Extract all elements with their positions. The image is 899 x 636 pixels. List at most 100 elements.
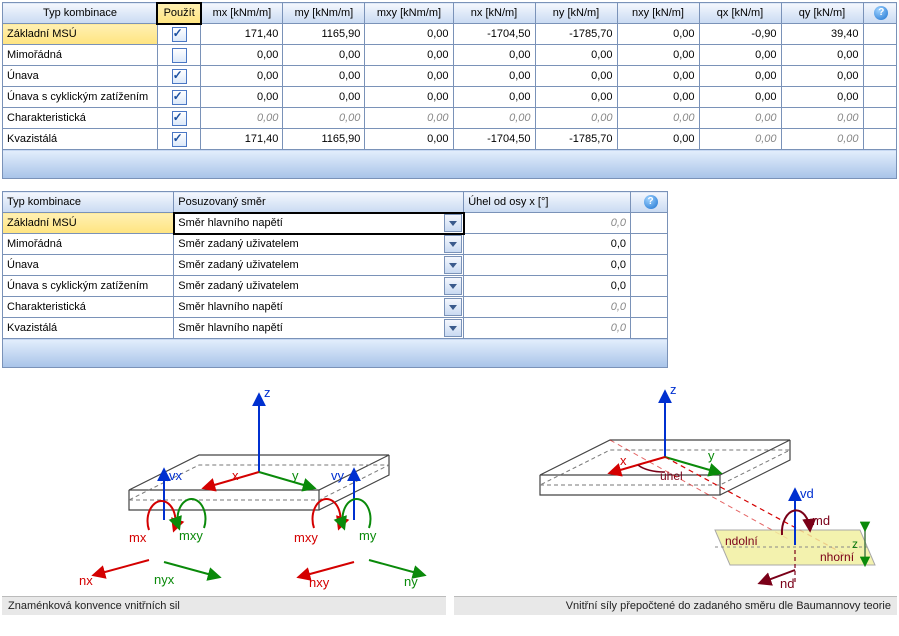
col-mx[interactable]: mx [kNm/m] <box>201 3 283 24</box>
cell-mx[interactable]: 171,40 <box>201 129 283 150</box>
col-ny[interactable]: ny [kN/m] <box>535 3 617 24</box>
cell-my[interactable]: 0,00 <box>283 45 365 66</box>
forces-table[interactable]: Typ kombinace Použít mx [kNm/m] my [kNm/… <box>2 2 897 179</box>
table-row[interactable]: KvazistáláSměr hlavního napětí0,0 <box>3 318 668 339</box>
cell-qy[interactable]: 0,00 <box>781 87 863 108</box>
cell-mx[interactable]: 171,40 <box>201 24 283 45</box>
cell-nxy[interactable]: 0,00 <box>617 66 699 87</box>
col-my[interactable]: my [kNm/m] <box>283 3 365 24</box>
direction-dropdown[interactable]: Směr hlavního napětí <box>174 318 464 339</box>
help-icon[interactable]: ? <box>874 6 888 20</box>
cell-nxy[interactable]: 0,00 <box>617 45 699 66</box>
direction-dropdown[interactable]: Směr zadaný uživatelem <box>174 234 464 255</box>
cell-my[interactable]: 0,00 <box>283 66 365 87</box>
cell-qy[interactable]: 0,00 <box>781 129 863 150</box>
cell-my[interactable]: 0,00 <box>283 108 365 129</box>
cell-qy[interactable]: 0,00 <box>781 108 863 129</box>
cell-nxy[interactable]: 0,00 <box>617 129 699 150</box>
cell-ny[interactable]: 0,00 <box>535 87 617 108</box>
cell-nx[interactable]: 0,00 <box>453 45 535 66</box>
cell-qx[interactable]: 0,00 <box>699 108 781 129</box>
cell-mxy[interactable]: 0,00 <box>365 24 453 45</box>
direction-dropdown[interactable]: Směr zadaný uživatelem <box>174 255 464 276</box>
table-row[interactable]: Únava s cyklickým zatížením0,000,000,000… <box>3 87 897 108</box>
angle-cell[interactable]: 0,0 <box>464 255 631 276</box>
table-row[interactable]: Únava s cyklickým zatíženímSměr zadaný u… <box>3 276 668 297</box>
direction-dropdown[interactable]: Směr hlavního napětí <box>174 297 464 318</box>
cell-mxy[interactable]: 0,00 <box>365 66 453 87</box>
cell-nx[interactable]: 0,00 <box>453 87 535 108</box>
angle-cell[interactable]: 0,0 <box>464 318 631 339</box>
chevron-down-icon[interactable] <box>444 319 462 337</box>
chevron-down-icon[interactable] <box>444 256 462 274</box>
col-type[interactable]: Typ kombinace <box>3 192 174 213</box>
table-row[interactable]: Charakteristická0,000,000,000,000,000,00… <box>3 108 897 129</box>
cell-mxy[interactable]: 0,00 <box>365 45 453 66</box>
col-nxy[interactable]: nxy [kN/m] <box>617 3 699 24</box>
cell-mx[interactable]: 0,00 <box>201 108 283 129</box>
table-row[interactable]: Mimořádná0,000,000,000,000,000,000,000,0… <box>3 45 897 66</box>
col-help[interactable]: ? <box>863 3 897 24</box>
cell-nx[interactable]: -1704,50 <box>453 129 535 150</box>
col-nx[interactable]: nx [kN/m] <box>453 3 535 24</box>
cell-my[interactable]: 0,00 <box>283 87 365 108</box>
table-row[interactable]: Únava0,000,000,000,000,000,000,000,00 <box>3 66 897 87</box>
table-row[interactable]: Základní MSÚSměr hlavního napětí0,0 <box>3 213 668 234</box>
cell-qy[interactable]: 0,00 <box>781 66 863 87</box>
direction-table[interactable]: Typ kombinace Posuzovaný směr Úhel od os… <box>2 191 668 368</box>
cell-nx[interactable]: 0,00 <box>453 108 535 129</box>
angle-cell[interactable]: 0,0 <box>464 276 631 297</box>
cell-ny[interactable]: 0,00 <box>535 108 617 129</box>
col-use[interactable]: Použít <box>157 3 201 24</box>
direction-dropdown[interactable]: Směr hlavního napětí <box>174 213 464 234</box>
cell-mx[interactable]: 0,00 <box>201 66 283 87</box>
cell-qx[interactable]: 0,00 <box>699 66 781 87</box>
cell-nxy[interactable]: 0,00 <box>617 24 699 45</box>
cell-ny[interactable]: 0,00 <box>535 66 617 87</box>
col-dir[interactable]: Posuzovaný směr <box>174 192 464 213</box>
direction-dropdown[interactable]: Směr zadaný uživatelem <box>174 276 464 297</box>
cell-nx[interactable]: -1704,50 <box>453 24 535 45</box>
cell-nxy[interactable]: 0,00 <box>617 87 699 108</box>
cell-ny[interactable]: 0,00 <box>535 45 617 66</box>
table-row[interactable]: Základní MSÚ171,401165,900,00-1704,50-17… <box>3 24 897 45</box>
cell-nx[interactable]: 0,00 <box>453 66 535 87</box>
angle-cell[interactable]: 0,0 <box>464 213 631 234</box>
cell-qy[interactable]: 0,00 <box>781 45 863 66</box>
col-type[interactable]: Typ kombinace <box>3 3 158 24</box>
col-qy[interactable]: qy [kN/m] <box>781 3 863 24</box>
table-row[interactable]: ÚnavaSměr zadaný uživatelem0,0 <box>3 255 668 276</box>
cell-my[interactable]: 1165,90 <box>283 24 365 45</box>
angle-cell[interactable]: 0,0 <box>464 234 631 255</box>
use-checkbox[interactable] <box>157 66 201 87</box>
cell-qx[interactable]: 0,00 <box>699 45 781 66</box>
cell-ny[interactable]: -1785,70 <box>535 129 617 150</box>
use-checkbox[interactable] <box>157 129 201 150</box>
cell-mx[interactable]: 0,00 <box>201 45 283 66</box>
cell-qx[interactable]: 0,00 <box>699 87 781 108</box>
cell-my[interactable]: 1165,90 <box>283 129 365 150</box>
use-checkbox[interactable] <box>157 87 201 108</box>
cell-nxy[interactable]: 0,00 <box>617 108 699 129</box>
cell-mxy[interactable]: 0,00 <box>365 108 453 129</box>
table-row[interactable]: Kvazistálá171,401165,900,00-1704,50-1785… <box>3 129 897 150</box>
cell-qy[interactable]: 39,40 <box>781 24 863 45</box>
use-checkbox[interactable] <box>157 108 201 129</box>
angle-cell[interactable]: 0,0 <box>464 297 631 318</box>
use-checkbox[interactable] <box>157 45 201 66</box>
col-mxy[interactable]: mxy [kNm/m] <box>365 3 453 24</box>
table-row[interactable]: CharakteristickáSměr hlavního napětí0,0 <box>3 297 668 318</box>
help-icon[interactable]: ? <box>644 195 658 209</box>
col-help[interactable]: ? <box>631 192 668 213</box>
cell-mxy[interactable]: 0,00 <box>365 87 453 108</box>
chevron-down-icon[interactable] <box>444 298 462 316</box>
chevron-down-icon[interactable] <box>444 235 462 253</box>
use-checkbox[interactable] <box>157 24 201 45</box>
chevron-down-icon[interactable] <box>444 214 462 232</box>
chevron-down-icon[interactable] <box>444 277 462 295</box>
col-angle[interactable]: Úhel od osy x [°] <box>464 192 631 213</box>
cell-qx[interactable]: -0,90 <box>699 24 781 45</box>
cell-qx[interactable]: 0,00 <box>699 129 781 150</box>
col-qx[interactable]: qx [kN/m] <box>699 3 781 24</box>
cell-ny[interactable]: -1785,70 <box>535 24 617 45</box>
